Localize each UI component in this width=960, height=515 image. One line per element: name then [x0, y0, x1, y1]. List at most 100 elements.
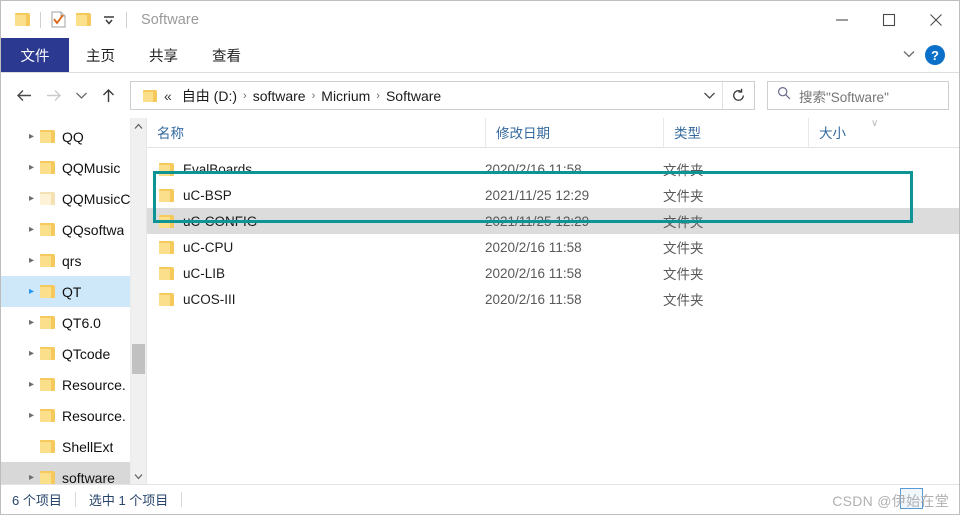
divider	[181, 492, 183, 507]
sidebar-item-qrs[interactable]: ▸ qrs	[1, 245, 146, 276]
chevron-right-icon[interactable]: ▸	[23, 472, 40, 483]
chevron-right-icon[interactable]: ▸	[23, 410, 40, 421]
refresh-button[interactable]	[722, 82, 754, 109]
file-name-cell: uC-BSP	[159, 188, 485, 203]
sidebar-item-label: QQMusicC	[62, 190, 131, 207]
sidebar-item-qq[interactable]: ▸ QQ	[1, 121, 146, 152]
folder-icon	[40, 440, 55, 453]
sidebar-item-qqmusic[interactable]: ▸ QQMusic	[1, 152, 146, 183]
table-row[interactable]: uC-LIB 2020/2/16 11:58 文件夹	[147, 260, 959, 286]
sidebar-item-shellext[interactable]: ShellExt	[1, 431, 146, 462]
file-name-cell: uCOS-III	[159, 292, 485, 307]
chevron-right-icon[interactable]: ▸	[23, 286, 40, 297]
breadcrumb-item-micrium[interactable]: Micrium	[316, 88, 375, 104]
sidebar-scrollbar[interactable]	[130, 118, 146, 484]
sidebar-item-label: software	[62, 469, 115, 485]
divider	[40, 11, 41, 28]
file-name: uC-CONFIG	[183, 213, 258, 229]
recent-locations-button[interactable]	[69, 81, 93, 111]
close-button[interactable]	[912, 1, 959, 38]
folder-icon	[40, 347, 55, 360]
column-header-date[interactable]: 修改日期	[485, 118, 663, 147]
chevron-right-icon[interactable]: ▸	[23, 317, 40, 328]
breadcrumb-item-software[interactable]: software	[248, 88, 311, 104]
folder-icon	[40, 161, 55, 174]
help-button[interactable]: ?	[925, 45, 945, 65]
chevron-right-icon[interactable]: ▸	[23, 255, 40, 266]
maximize-button[interactable]	[865, 1, 912, 38]
column-header-name[interactable]: 名称	[147, 118, 485, 147]
minimize-button[interactable]	[818, 1, 865, 38]
tab-share[interactable]: 共享	[132, 38, 195, 72]
folder-icon	[159, 214, 174, 228]
folder-icon	[40, 409, 55, 422]
scroll-down-icon[interactable]	[131, 468, 146, 484]
file-type-cell: 文件夹	[663, 267, 704, 282]
sidebar-item-label: QQ	[62, 128, 84, 145]
file-date-cell: 2021/11/25 12:29	[485, 213, 590, 229]
folder-icon[interactable]	[10, 7, 35, 32]
tab-view[interactable]: 查看	[195, 38, 258, 72]
sidebar-item-software[interactable]: ▸ software	[1, 462, 146, 484]
scrollbar-thumb[interactable]	[132, 344, 145, 374]
chevron-right-icon[interactable]: ▸	[23, 193, 40, 204]
column-header-type[interactable]: 类型	[663, 118, 808, 147]
search-box[interactable]: 搜索"Software"	[767, 81, 949, 110]
scroll-up-icon[interactable]	[131, 118, 146, 134]
up-button[interactable]	[93, 81, 123, 111]
file-type-cell: 文件夹	[663, 215, 704, 230]
back-button[interactable]	[9, 81, 39, 111]
sidebar-item-label: QQMusic	[62, 159, 121, 176]
file-type-cell: 文件夹	[663, 163, 704, 178]
file-type-cell: 文件夹	[663, 293, 704, 308]
tab-home[interactable]: 主页	[69, 38, 132, 72]
forward-button[interactable]	[39, 81, 69, 111]
file-date-cell: 2020/2/16 11:58	[485, 161, 582, 177]
sidebar-item-resource-2[interactable]: ▸ Resource.	[1, 400, 146, 431]
column-header-size[interactable]: 大小 ∨	[808, 118, 928, 147]
breadcrumb-bar[interactable]: « 自由 (D:) › software › Micrium › Softwar…	[130, 81, 755, 110]
chevron-right-icon[interactable]: ▸	[23, 224, 40, 235]
sidebar-item-qtcode[interactable]: ▸ QTcode	[1, 338, 146, 369]
new-folder-icon[interactable]	[71, 7, 96, 32]
breadcrumb-root-prefix[interactable]: «	[158, 88, 177, 104]
sidebar-item-resource-1[interactable]: ▸ Resource.	[1, 369, 146, 400]
sidebar-item-qt[interactable]: ▸ QT	[1, 276, 146, 307]
sidebar-item-label: ShellExt	[62, 438, 114, 455]
file-name: uC-LIB	[183, 265, 226, 281]
chevron-right-icon[interactable]: ▸	[23, 379, 40, 390]
table-row[interactable]: uCOS-III 2020/2/16 11:58 文件夹	[147, 286, 959, 312]
folder-icon	[159, 266, 174, 280]
table-row[interactable]: uC-BSP 2021/11/25 12:29 文件夹	[147, 182, 959, 208]
tab-file[interactable]: 文件	[1, 38, 69, 72]
folder-icon	[40, 192, 55, 205]
properties-icon[interactable]	[46, 7, 71, 32]
chevron-down-icon[interactable]	[96, 7, 121, 32]
file-rows: EvalBoards 2020/2/16 11:58 文件夹 uC-BSP 20…	[147, 148, 959, 484]
chevron-right-icon[interactable]: ▸	[23, 131, 40, 142]
folder-icon	[40, 130, 55, 143]
table-row[interactable]: uC-CONFIG 2021/11/25 12:29 文件夹	[147, 208, 959, 234]
sidebar-item-label: QQsoftwa	[62, 221, 125, 238]
breadcrumb-item-drive[interactable]: 自由 (D:)	[177, 86, 242, 106]
breadcrumb-item-current[interactable]: Software	[381, 88, 446, 104]
status-bar: 6 个项目 选中 1 个项目 CSDN @伊始在堂	[1, 484, 959, 514]
table-row[interactable]: EvalBoards 2020/2/16 11:58 文件夹	[147, 156, 959, 182]
navigation-tree: ▸ QQ ▸ QQMusic ▸ QQMusicC ▸ QQsoftwa ▸ q…	[1, 118, 146, 484]
file-date-cell: 2021/11/25 12:29	[485, 187, 590, 203]
file-name-cell: EvalBoards	[159, 162, 485, 177]
chevron-down-icon[interactable]	[902, 46, 916, 64]
window-title: Software	[141, 11, 200, 28]
table-row[interactable]: uC-CPU 2020/2/16 11:58 文件夹	[147, 234, 959, 260]
sidebar-item-qt60[interactable]: ▸ QT6.0	[1, 307, 146, 338]
search-input[interactable]: 搜索"Software"	[799, 86, 889, 106]
chevron-right-icon[interactable]: ▸	[23, 348, 40, 359]
file-date-cell: 2020/2/16 11:58	[485, 291, 582, 307]
sidebar-item-qqsoftware[interactable]: ▸ QQsoftwa	[1, 214, 146, 245]
divider	[126, 11, 127, 28]
sidebar-item-qqmusicc[interactable]: ▸ QQMusicC	[1, 183, 146, 214]
file-name-cell: uC-CPU	[159, 240, 485, 255]
chevron-down-icon[interactable]	[696, 82, 722, 109]
chevron-right-icon[interactable]: ▸	[23, 162, 40, 173]
explorer-body: ▸ QQ ▸ QQMusic ▸ QQMusicC ▸ QQsoftwa ▸ q…	[1, 118, 959, 484]
